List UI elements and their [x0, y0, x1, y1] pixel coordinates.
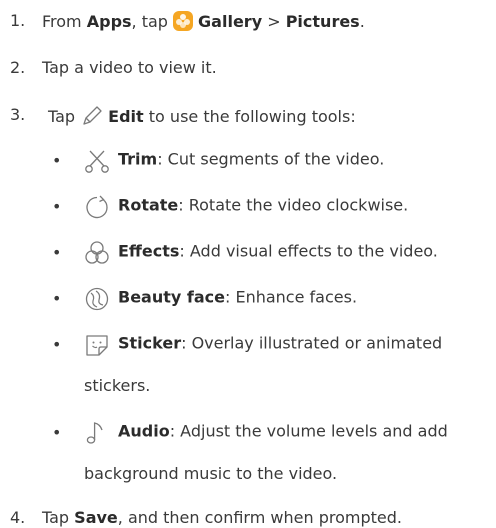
step-text: From Apps, tap Gallery > Pictures. — [42, 11, 365, 31]
sticker-icon — [84, 333, 114, 356]
step-text: Tap Edit to use the following tools: — [48, 105, 356, 127]
bullet: • — [52, 423, 62, 442]
tool-desc: : Enhance faces. — [224, 287, 358, 307]
pictures-label: Pictures — [285, 12, 360, 31]
tool-name: Effects — [118, 241, 180, 261]
step-text: Tap Save, and then confirm when prompted… — [42, 508, 402, 527]
tool-name: Audio — [118, 421, 170, 441]
bullet: • — [52, 197, 62, 216]
tool-sticker: Sticker: Overlay illustrated or animated — [84, 333, 443, 356]
tool-desc: : Add visual effects to the video. — [179, 241, 438, 261]
step-number: 2. — [10, 58, 26, 77]
tool-rotate: Rotate: Rotate the video clockwise. — [84, 195, 409, 219]
save-label: Save — [74, 508, 118, 527]
tool-name: Rotate — [118, 195, 179, 215]
step-number: 1. — [10, 11, 26, 30]
tool-desc-continued: stickers. — [84, 376, 151, 395]
tool-name: Trim — [118, 149, 158, 169]
tool-trim: Trim: Cut segments of the video. — [84, 149, 385, 173]
audio-icon — [84, 421, 114, 444]
effects-icon — [84, 241, 114, 264]
tool-name: Beauty face — [118, 287, 225, 307]
tool-desc-continued: background music to the video. — [84, 464, 338, 483]
tool-desc: : Rotate the video clockwise. — [178, 195, 409, 215]
apps-label: Apps — [86, 12, 132, 31]
edit-pencil-icon — [80, 105, 104, 127]
tool-effects: Effects: Add visual effects to the video… — [84, 241, 438, 264]
edit-label: Edit — [108, 107, 144, 126]
tool-desc: : Overlay illustrated or animated — [181, 333, 443, 353]
bullet: • — [52, 243, 62, 262]
step-number: 4. — [10, 508, 26, 527]
tool-desc: : Cut segments of the video. — [157, 149, 385, 169]
tool-name: Sticker — [118, 333, 182, 353]
step-number: 3. — [10, 105, 26, 124]
scissors-icon — [84, 149, 114, 173]
bullet: • — [52, 289, 62, 308]
rotate-icon — [84, 195, 114, 219]
tool-desc: : Adjust the volume levels and add — [169, 421, 448, 441]
beauty-face-icon — [84, 287, 114, 311]
tool-audio: Audio: Adjust the volume levels and add — [84, 421, 448, 444]
gallery-label: Gallery — [198, 12, 263, 31]
tool-beauty-face: Beauty face: Enhance faces. — [84, 287, 358, 311]
bullet: • — [52, 335, 62, 354]
bullet: • — [52, 151, 62, 170]
gallery-app-icon — [173, 11, 194, 31]
step-text: Tap a video to view it. — [42, 58, 217, 77]
